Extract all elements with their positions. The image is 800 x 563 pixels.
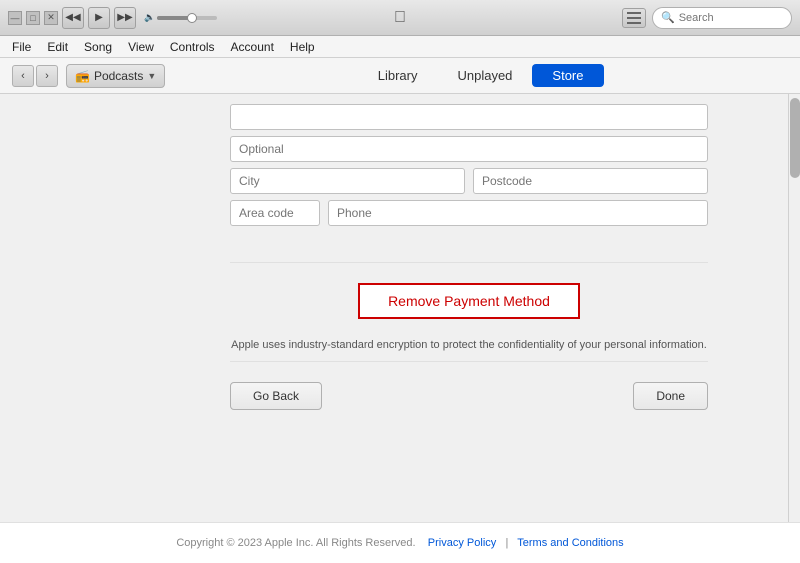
footer-privacy-policy[interactable]: Privacy Policy: [428, 537, 496, 549]
remove-payment-method-button[interactable]: Remove Payment Method: [358, 283, 580, 319]
titlebar-left: — □ ✕ ◀◀ ▶ ▶▶ 🔈: [0, 7, 229, 29]
menu-file[interactable]: File: [4, 38, 39, 56]
toolbar: ‹ › 📻 Podcasts ▼ Library Unplayed Store: [0, 58, 800, 94]
menu-controls[interactable]: Controls: [162, 38, 223, 56]
menubar: File Edit Song View Controls Account Hel…: [0, 36, 800, 58]
menu-account[interactable]: Account: [223, 38, 282, 56]
divider-top: [230, 262, 708, 263]
remove-btn-container: Remove Payment Method: [0, 283, 788, 319]
minimize-button[interactable]: —: [8, 11, 22, 25]
tab-bar: Library Unplayed Store: [358, 64, 604, 87]
menu-edit[interactable]: Edit: [39, 38, 76, 56]
go-back-button[interactable]: Go Back: [230, 382, 322, 410]
titlebar-right: 🔍: [622, 7, 800, 29]
volume-slider[interactable]: 🔈: [140, 12, 221, 23]
next-track-button[interactable]: ▶▶: [114, 7, 136, 29]
search-box[interactable]: 🔍: [652, 7, 792, 29]
form-row-topmost: [230, 104, 708, 130]
footer-terms[interactable]: Terms and Conditions: [517, 537, 623, 549]
maximize-button[interactable]: □: [26, 11, 40, 25]
footer-copyright: Copyright © 2023 Apple Inc. All Rights R…: [176, 537, 415, 549]
tab-library[interactable]: Library: [358, 64, 438, 87]
footer: Copyright © 2023 Apple Inc. All Rights R…: [0, 522, 800, 563]
volume-icon: 🔈: [144, 12, 155, 23]
forward-arrow[interactable]: ›: [36, 65, 58, 87]
prev-track-button[interactable]: ◀◀: [62, 7, 84, 29]
volume-track[interactable]: [157, 16, 217, 20]
form-row-city-post: [230, 168, 708, 194]
phone-input[interactable]: [328, 200, 708, 226]
apple-logo: : [394, 9, 406, 27]
podcast-dropdown-icon: ▼: [147, 71, 156, 81]
divider-bottom: [230, 361, 708, 362]
play-button[interactable]: ▶: [88, 7, 110, 29]
privacy-note: Apple uses industry-standard encryption …: [0, 339, 788, 351]
bottom-buttons: Go Back Done: [0, 372, 788, 420]
volume-knob[interactable]: [187, 13, 197, 23]
list-view-button[interactable]: [622, 8, 646, 28]
menu-song[interactable]: Song: [76, 38, 120, 56]
tab-store[interactable]: Store: [532, 64, 603, 87]
close-button[interactable]: ✕: [44, 11, 58, 25]
scrollbar-thumb[interactable]: [790, 98, 800, 178]
content-wrapper: Remove Payment Method Apple uses industr…: [0, 94, 800, 522]
volume-fill: [157, 16, 190, 20]
podcast-label: Podcasts: [94, 69, 143, 83]
form-row-phone: [230, 200, 708, 226]
content-area: Remove Payment Method Apple uses industr…: [0, 94, 788, 522]
menu-view[interactable]: View: [120, 38, 162, 56]
city-input[interactable]: [230, 168, 465, 194]
search-icon: 🔍: [661, 11, 675, 24]
postcode-input[interactable]: [473, 168, 708, 194]
form-row-optional: [230, 136, 708, 162]
back-arrow[interactable]: ‹: [12, 65, 34, 87]
top-input[interactable]: [230, 104, 708, 130]
window-buttons: — □ ✕: [8, 11, 58, 25]
optional-input[interactable]: [230, 136, 708, 162]
scrollbar-track[interactable]: [788, 94, 800, 522]
footer-separator: |: [505, 537, 508, 549]
tab-unplayed[interactable]: Unplayed: [437, 64, 532, 87]
menu-help[interactable]: Help: [282, 38, 323, 56]
search-input[interactable]: [679, 12, 783, 24]
area-code-input[interactable]: [230, 200, 320, 226]
form-section: [0, 94, 788, 242]
nav-arrows: ‹ ›: [12, 65, 58, 87]
podcast-selector[interactable]: 📻 Podcasts ▼: [66, 64, 165, 88]
podcast-icon: 📻: [75, 69, 90, 83]
done-button[interactable]: Done: [633, 382, 708, 410]
titlebar: — □ ✕ ◀◀ ▶ ▶▶ 🔈 : [0, 0, 800, 36]
